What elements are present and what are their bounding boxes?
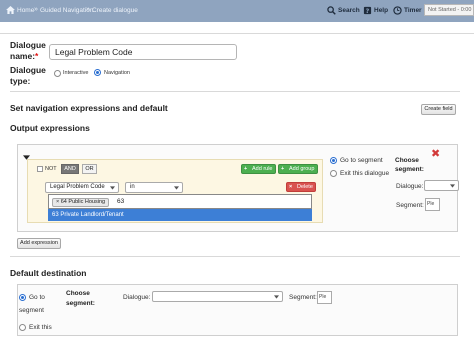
svg-text:?: ?: [366, 8, 370, 15]
navigation-radio-label: Navigation: [104, 70, 130, 76]
dialogue-select[interactable]: [424, 180, 459, 191]
help-link[interactable]: Help: [374, 7, 388, 14]
delete-icon: ×: [289, 184, 293, 190]
breadcrumb-separator: »: [86, 6, 90, 13]
choose-segment-label: Choose segment:: [395, 157, 424, 173]
default-destination-heading: Default destination: [10, 268, 87, 278]
not-checkbox[interactable]: [37, 166, 43, 172]
divider: [0, 33, 474, 34]
field-select[interactable]: Legal Problem Code: [45, 182, 119, 193]
divider: [10, 256, 460, 257]
divider: [10, 91, 460, 92]
dialogue-label: Dialogue:: [396, 183, 424, 190]
segment-label: Segment:: [396, 202, 424, 209]
default-segment-colon-label: segment:: [66, 300, 95, 307]
breadcrumb-home[interactable]: Home: [17, 7, 34, 14]
or-toggle[interactable]: OR: [82, 164, 97, 174]
add-group-label: Add group: [289, 166, 315, 172]
value-token-input[interactable]: × 64 Public Housing 63: [48, 194, 312, 209]
add-rule-label: Add rule: [252, 166, 273, 172]
navigation-heading: Set navigation expressions and default: [10, 103, 168, 113]
home-icon[interactable]: [6, 6, 15, 14]
top-navigation-bar: Home » Guided Navigation » Create dialog…: [0, 0, 474, 22]
chevron-down-icon: [274, 295, 279, 299]
plus-icon: +: [281, 166, 285, 172]
go-to-segment-radio[interactable]: [330, 157, 337, 164]
dialogue-name-input[interactable]: [49, 44, 237, 60]
and-toggle[interactable]: AND: [61, 164, 79, 174]
token-label: 64 Public Housing: [60, 199, 106, 205]
token-remove-icon[interactable]: ×: [56, 199, 59, 205]
timer-status: Not Started - 0:00: [424, 4, 474, 16]
exit-dialogue-radio[interactable]: [330, 170, 337, 177]
search-link[interactable]: Search: [338, 7, 360, 14]
operator-select-value: in: [130, 184, 135, 190]
timer-link[interactable]: Timer: [404, 7, 422, 14]
default-choose-label: Choose: [66, 290, 90, 297]
exit-dialogue-label: Exit this dialogue: [340, 170, 390, 177]
default-dialogue-label: Dialogue:: [123, 294, 151, 301]
interactive-radio-label: Interactive: [63, 70, 89, 76]
chevron-down-icon: [450, 184, 455, 188]
create-field-button[interactable]: Create field: [421, 104, 456, 115]
autocomplete-option[interactable]: 63 Private Landlord/Tenant: [48, 209, 312, 221]
output-expressions-heading: Output expressions: [10, 123, 90, 133]
field-select-value: Legal Problem Code: [50, 184, 105, 190]
go-to-segment-label: Go to segment: [340, 157, 383, 164]
default-go-to-label: Go to: [29, 294, 45, 301]
default-segment-word: segment: [19, 307, 44, 314]
clock-icon[interactable]: [393, 6, 402, 15]
search-icon[interactable]: [327, 6, 336, 15]
add-group-button[interactable]: + Add group: [278, 164, 318, 174]
navigation-radio[interactable]: [94, 69, 101, 76]
breadcrumb-separator: »: [34, 6, 38, 13]
dialogue-name-label: Dialogue name:*: [10, 40, 50, 62]
breadcrumb-current: Create dialogue: [92, 7, 138, 14]
help-icon[interactable]: ?: [363, 6, 372, 15]
add-expression-button[interactable]: Add expression: [17, 238, 61, 249]
dialogue-type-label: Dialogue type:: [10, 65, 46, 86]
remove-expression-icon[interactable]: ✖: [431, 149, 440, 160]
default-go-to-radio[interactable]: [19, 294, 26, 301]
plus-icon: +: [244, 166, 248, 172]
operator-select[interactable]: in: [125, 182, 183, 193]
default-exit-radio[interactable]: [19, 324, 26, 331]
interactive-radio[interactable]: [54, 70, 61, 77]
typed-text: 63: [117, 198, 125, 205]
dialogue-name-label-text: Dialogue name:: [10, 40, 46, 61]
not-label: NOT: [45, 166, 57, 172]
delete-rule-button[interactable]: × Delete: [286, 182, 316, 192]
chevron-down-icon: [174, 186, 179, 190]
segment-select[interactable]: Ple: [425, 198, 440, 211]
required-mark: *: [35, 51, 39, 61]
default-dialogue-select[interactable]: [152, 291, 283, 302]
default-segment-select[interactable]: Ple: [317, 291, 332, 304]
delete-label: Delete: [297, 184, 313, 190]
add-rule-button[interactable]: + Add rule: [241, 164, 276, 174]
default-exit-label: Exit this: [29, 324, 52, 331]
chevron-down-icon: [110, 186, 115, 190]
value-token: × 64 Public Housing: [52, 198, 110, 207]
default-segment-label: Segment:: [289, 294, 317, 301]
